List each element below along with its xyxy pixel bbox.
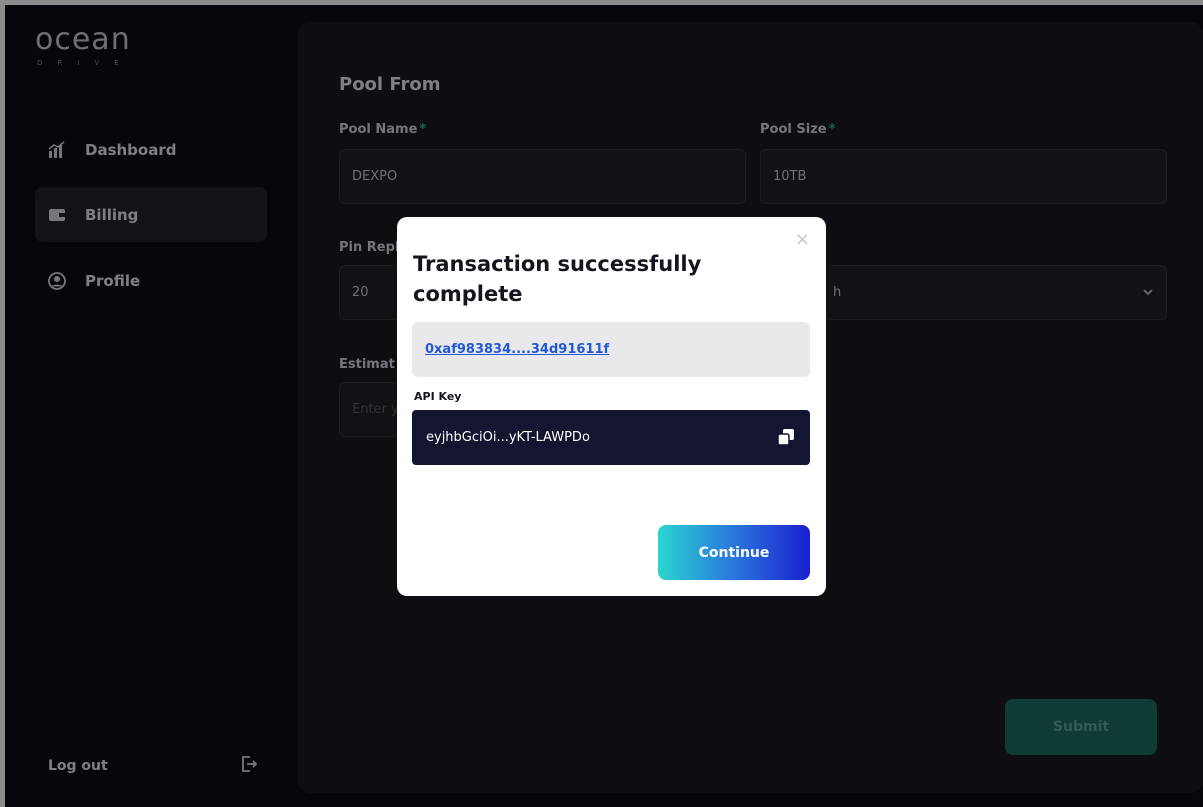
close-icon[interactable]: × [795, 229, 810, 250]
api-key-label: API Key [414, 390, 462, 403]
api-key-field: eyjhbGciOi...yKT-LAWPDo [412, 410, 810, 465]
continue-button[interactable]: Continue [658, 525, 810, 580]
api-key-value: eyjhbGciOi...yKT-LAWPDo [426, 430, 590, 445]
transaction-modal: × Transaction successfully complete 0xaf… [397, 217, 826, 596]
transaction-hash-box: 0xaf983834....34d91611f [412, 322, 810, 377]
modal-title: Transaction successfully complete [413, 252, 702, 306]
transaction-hash-link[interactable]: 0xaf983834....34d91611f [425, 342, 609, 357]
copy-icon[interactable] [776, 427, 796, 451]
